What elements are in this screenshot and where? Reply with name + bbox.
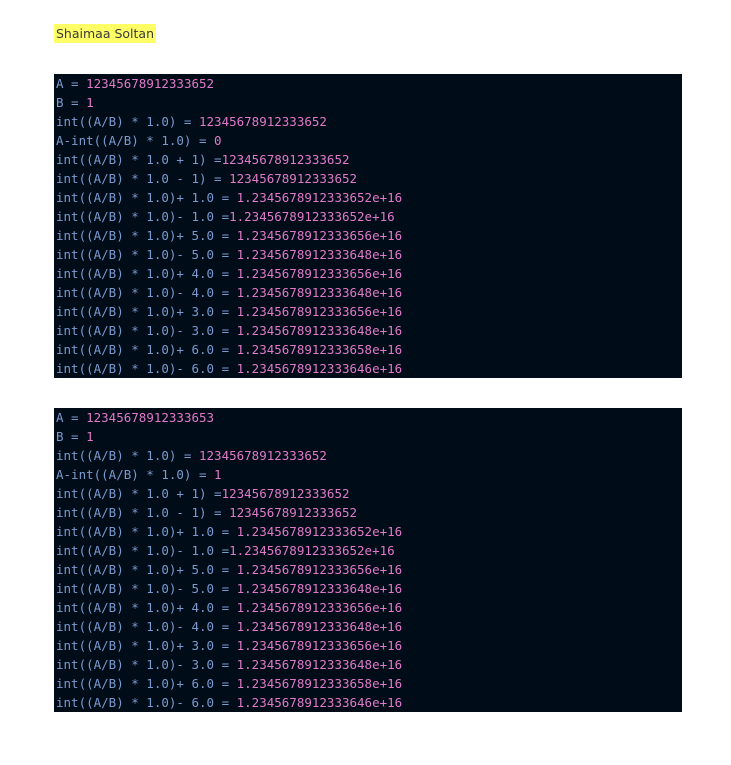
expression-text: A = (56, 410, 87, 425)
code-line: B = 1 (56, 427, 682, 446)
expression-text: int((A/B) * 1.0)- 6.0 = (56, 695, 237, 710)
expression-text: int((A/B) * 1.0)- 4.0 = (56, 619, 237, 634)
result-value: 0 (214, 133, 222, 148)
code-line: int((A/B) * 1.0)+ 5.0 = 1.23456789123336… (56, 560, 682, 579)
expression-text: int((A/B) * 1.0 + 1) = (56, 486, 222, 501)
result-value: 12345678912333652 (221, 152, 350, 167)
code-line: int((A/B) * 1.0)+ 1.0 = 1.23456789123336… (56, 522, 682, 541)
result-value: 1.2345678912333656e+16 (236, 266, 403, 281)
expression-text: int((A/B) * 1.0)+ 3.0 = (56, 304, 237, 319)
result-value: 1.2345678912333658e+16 (236, 342, 403, 357)
code-line: int((A/B) * 1.0)- 5.0 = 1.23456789123336… (56, 579, 682, 598)
result-value: 12345678912333652 (199, 114, 327, 129)
result-value: 1.2345678912333646e+16 (236, 695, 403, 710)
result-value: 12345678912333652 (86, 76, 215, 91)
code-line: A = 12345678912333653 (56, 408, 682, 427)
result-value: 1.2345678912333648e+16 (236, 619, 403, 634)
code-line: int((A/B) * 1.0 + 1) =12345678912333652 (56, 484, 682, 503)
result-value: 1.2345678912333648e+16 (236, 247, 403, 262)
result-value: 1.2345678912333646e+16 (236, 361, 403, 376)
code-line: int((A/B) * 1.0)- 4.0 = 1.23456789123336… (56, 617, 682, 636)
code-line: int((A/B) * 1.0)+ 1.0 = 1.23456789123336… (56, 188, 682, 207)
code-line: int((A/B) * 1.0)+ 6.0 = 1.23456789123336… (56, 340, 682, 359)
expression-text: int((A/B) * 1.0)- 1.0 = (56, 209, 230, 224)
result-value: 1.2345678912333652e+16 (229, 209, 395, 224)
code-line: int((A/B) * 1.0) = 12345678912333652 (56, 112, 682, 131)
result-value: 1.2345678912333656e+16 (236, 562, 403, 577)
expression-text: int((A/B) * 1.0)- 3.0 = (56, 323, 237, 338)
code-line: int((A/B) * 1.0 - 1) = 12345678912333652 (56, 503, 682, 522)
code-output-block-1: A = 12345678912333652 B = 1 int((A/B) * 1.… (54, 74, 682, 378)
code-line: int((A/B) * 1.0)+ 4.0 = 1.23456789123336… (56, 598, 682, 617)
code-line: int((A/B) * 1.0)+ 6.0 = 1.23456789123336… (56, 674, 682, 693)
code-line: int((A/B) * 1.0)- 4.0 = 1.23456789123336… (56, 283, 682, 302)
code-line: int((A/B) * 1.0)- 3.0 = 1.23456789123336… (56, 321, 682, 340)
result-value: 1.2345678912333658e+16 (236, 676, 403, 691)
expression-text: int((A/B) * 1.0 - 1) = (56, 505, 230, 520)
code-output-block-2: A = 12345678912333653 B = 1 int((A/B) * 1.… (54, 408, 682, 712)
expression-text: int((A/B) * 1.0)+ 6.0 = (56, 342, 237, 357)
result-value: 1.2345678912333648e+16 (236, 285, 403, 300)
expression-text: A = (56, 76, 87, 91)
code-line: A = 12345678912333652 (56, 74, 682, 93)
code-line: int((A/B) * 1.0)- 1.0 =1.234567891233365… (56, 207, 682, 226)
result-value: 12345678912333652 (199, 448, 327, 463)
result-value: 1.2345678912333656e+16 (236, 638, 403, 653)
expression-text: B = (56, 429, 87, 444)
code-line: int((A/B) * 1.0)- 5.0 = 1.23456789123336… (56, 245, 682, 264)
expression-text: int((A/B) * 1.0)+ 4.0 = (56, 266, 237, 281)
code-line: A-int((A/B) * 1.0) = 1 (56, 465, 682, 484)
result-value: 1.2345678912333656e+16 (236, 304, 403, 319)
expression-text: int((A/B) * 1.0)- 3.0 = (56, 657, 237, 672)
code-line: int((A/B) * 1.0)- 3.0 = 1.23456789123336… (56, 655, 682, 674)
expression-text: int((A/B) * 1.0)- 6.0 = (56, 361, 237, 376)
expression-text: B = (56, 95, 87, 110)
result-value: 1.2345678912333656e+16 (236, 600, 403, 615)
result-value: 12345678912333652 (221, 486, 350, 501)
result-value: 12345678912333652 (229, 171, 358, 186)
expression-text: int((A/B) * 1.0)+ 4.0 = (56, 600, 237, 615)
expression-text: int((A/B) * 1.0)- 4.0 = (56, 285, 237, 300)
result-value: 1 (86, 429, 94, 444)
author-name: Shaimaa Soltan (54, 24, 156, 43)
code-line: int((A/B) * 1.0)+ 3.0 = 1.23456789123336… (56, 302, 682, 321)
code-line: int((A/B) * 1.0)- 6.0 = 1.23456789123336… (56, 359, 682, 378)
code-line: int((A/B) * 1.0 + 1) =12345678912333652 (56, 150, 682, 169)
code-line: int((A/B) * 1.0)- 1.0 =1.234567891233365… (56, 541, 682, 560)
result-value: 1.2345678912333656e+16 (236, 228, 403, 243)
result-value: 1.2345678912333648e+16 (236, 657, 403, 672)
expression-text: int((A/B) * 1.0)+ 5.0 = (56, 562, 237, 577)
result-value: 1 (86, 95, 94, 110)
expression-text: int((A/B) * 1.0)+ 5.0 = (56, 228, 237, 243)
expression-text: int((A/B) * 1.0)- 5.0 = (56, 581, 237, 596)
result-value: 12345678912333653 (86, 410, 215, 425)
expression-text: int((A/B) * 1.0) = (56, 114, 199, 129)
result-value: 1 (214, 467, 222, 482)
result-value: 1.2345678912333652e+16 (236, 524, 403, 539)
expression-text: int((A/B) * 1.0 + 1) = (56, 152, 222, 167)
expression-text: A-int((A/B) * 1.0) = (56, 133, 215, 148)
code-line: int((A/B) * 1.0)- 6.0 = 1.23456789123336… (56, 693, 682, 712)
expression-text: int((A/B) * 1.0)+ 1.0 = (56, 190, 237, 205)
expression-text: A-int((A/B) * 1.0) = (56, 467, 215, 482)
result-value: 1.2345678912333652e+16 (229, 543, 395, 558)
result-value: 1.2345678912333648e+16 (236, 581, 403, 596)
result-value: 1.2345678912333652e+16 (236, 190, 403, 205)
result-value: 12345678912333652 (229, 505, 358, 520)
code-line: B = 1 (56, 93, 682, 112)
code-line: A-int((A/B) * 1.0) = 0 (56, 131, 682, 150)
code-line: int((A/B) * 1.0 - 1) = 12345678912333652 (56, 169, 682, 188)
result-value: 1.2345678912333648e+16 (236, 323, 403, 338)
code-line: int((A/B) * 1.0)+ 5.0 = 1.23456789123336… (56, 226, 682, 245)
expression-text: int((A/B) * 1.0)- 5.0 = (56, 247, 237, 262)
expression-text: int((A/B) * 1.0)+ 6.0 = (56, 676, 237, 691)
code-line: int((A/B) * 1.0)+ 3.0 = 1.23456789123336… (56, 636, 682, 655)
code-line: int((A/B) * 1.0)+ 4.0 = 1.23456789123336… (56, 264, 682, 283)
expression-text: int((A/B) * 1.0)- 1.0 = (56, 543, 230, 558)
code-line: int((A/B) * 1.0) = 12345678912333652 (56, 446, 682, 465)
expression-text: int((A/B) * 1.0 - 1) = (56, 171, 230, 186)
expression-text: int((A/B) * 1.0)+ 3.0 = (56, 638, 237, 653)
expression-text: int((A/B) * 1.0)+ 1.0 = (56, 524, 237, 539)
expression-text: int((A/B) * 1.0) = (56, 448, 199, 463)
